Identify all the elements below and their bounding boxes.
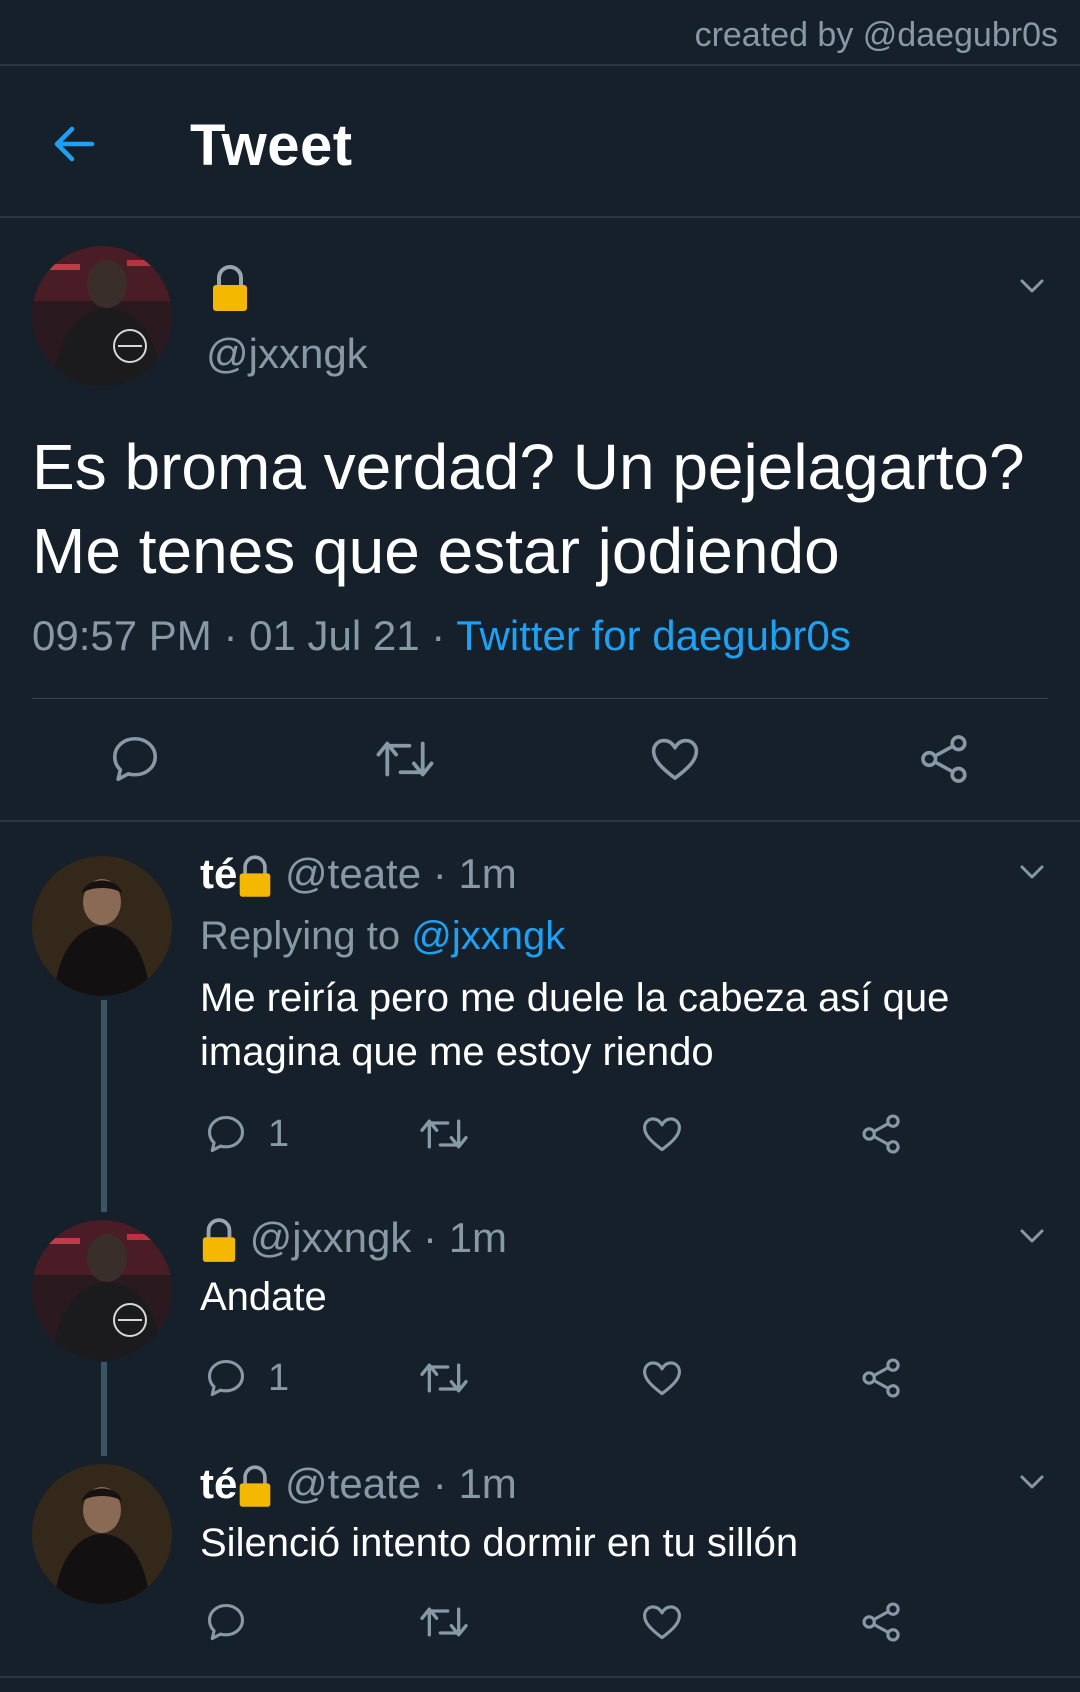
avatar[interactable]	[32, 246, 172, 386]
reply-icon[interactable]	[204, 1600, 248, 1644]
divider	[0, 820, 1080, 822]
lock-icon	[240, 855, 271, 897]
share-icon[interactable]	[860, 1356, 904, 1400]
reply-count: 1	[268, 1113, 290, 1155]
reply-text: Andate	[200, 1275, 327, 1319]
share-icon[interactable]	[860, 1600, 904, 1644]
divider	[0, 64, 1080, 66]
reply-header: @jxxngk · 1m	[200, 1214, 507, 1266]
author-handle[interactable]: @jxxngk	[206, 330, 368, 378]
lock-icon	[240, 1465, 271, 1507]
author-handle[interactable]: @teate	[285, 1460, 421, 1507]
like-icon[interactable]	[640, 1356, 684, 1400]
reply-header: té @teate · 1m	[200, 850, 517, 901]
divider	[32, 698, 1048, 699]
thread-line	[101, 1000, 107, 1212]
reply-header: té @teate · 1m	[200, 1460, 517, 1511]
avatar[interactable]	[32, 1464, 172, 1604]
divider	[0, 1676, 1080, 1678]
like-icon[interactable]	[640, 1112, 684, 1156]
timestamp: 1m	[448, 1214, 508, 1261]
avatar[interactable]	[32, 856, 172, 996]
retweet-icon[interactable]	[374, 732, 436, 786]
tweet-text: Es broma verdad? Un pejelagarto? Me tene…	[32, 431, 1025, 587]
retweet-icon[interactable]	[418, 1112, 470, 1156]
reply-text: Silenció intento dormir en tu sillón	[200, 1521, 799, 1565]
chevron-down-icon[interactable]	[1016, 856, 1048, 888]
replying-to: Replying to @jxxngk	[200, 914, 565, 959]
tweet-meta: 09:57 PM · 01 Jul 21 · Twitter for daegu…	[32, 612, 851, 660]
reply-icon[interactable]	[204, 1356, 248, 1400]
replying-to-handle[interactable]: @jxxngk	[411, 914, 565, 958]
chevron-down-icon[interactable]	[1016, 1220, 1048, 1252]
author-handle[interactable]: @jxxngk	[250, 1214, 412, 1261]
reply-count: 1	[268, 1357, 290, 1399]
thread-line	[101, 1362, 107, 1456]
tweet-time: 09:57 PM	[32, 612, 212, 659]
tweet-source-link[interactable]: Twitter for daegubr0s	[456, 612, 851, 659]
like-icon[interactable]	[640, 1600, 684, 1644]
chevron-down-icon[interactable]	[1016, 270, 1048, 302]
replying-prefix: Replying to	[200, 914, 401, 958]
share-icon[interactable]	[918, 732, 972, 786]
timestamp: 1m	[458, 850, 517, 897]
divider	[0, 216, 1080, 218]
reply-text: Me reiría pero me duele la cabeza así qu…	[200, 976, 950, 1074]
reply-icon[interactable]	[108, 732, 162, 786]
meta-separator: ·	[431, 612, 446, 659]
avatar[interactable]	[32, 1220, 172, 1360]
display-name[interactable]: té	[200, 850, 237, 897]
chevron-down-icon[interactable]	[1016, 1466, 1048, 1498]
display-name[interactable]: té	[200, 1460, 237, 1507]
share-icon[interactable]	[860, 1112, 904, 1156]
tweet-date: 01 Jul 21	[249, 612, 420, 659]
timestamp: 1m	[458, 1460, 517, 1507]
back-arrow-icon[interactable]	[48, 118, 100, 170]
retweet-icon[interactable]	[418, 1356, 470, 1400]
retweet-icon[interactable]	[418, 1600, 470, 1644]
credit-text: created by @daegubr0s	[694, 16, 1058, 54]
reply-icon[interactable]	[204, 1112, 248, 1156]
lock-icon	[202, 1218, 236, 1262]
like-icon[interactable]	[648, 732, 702, 786]
author-handle[interactable]: @teate	[285, 850, 421, 897]
meta-separator: ·	[223, 612, 238, 659]
page-title: Tweet	[190, 113, 353, 178]
lock-icon	[213, 265, 247, 311]
